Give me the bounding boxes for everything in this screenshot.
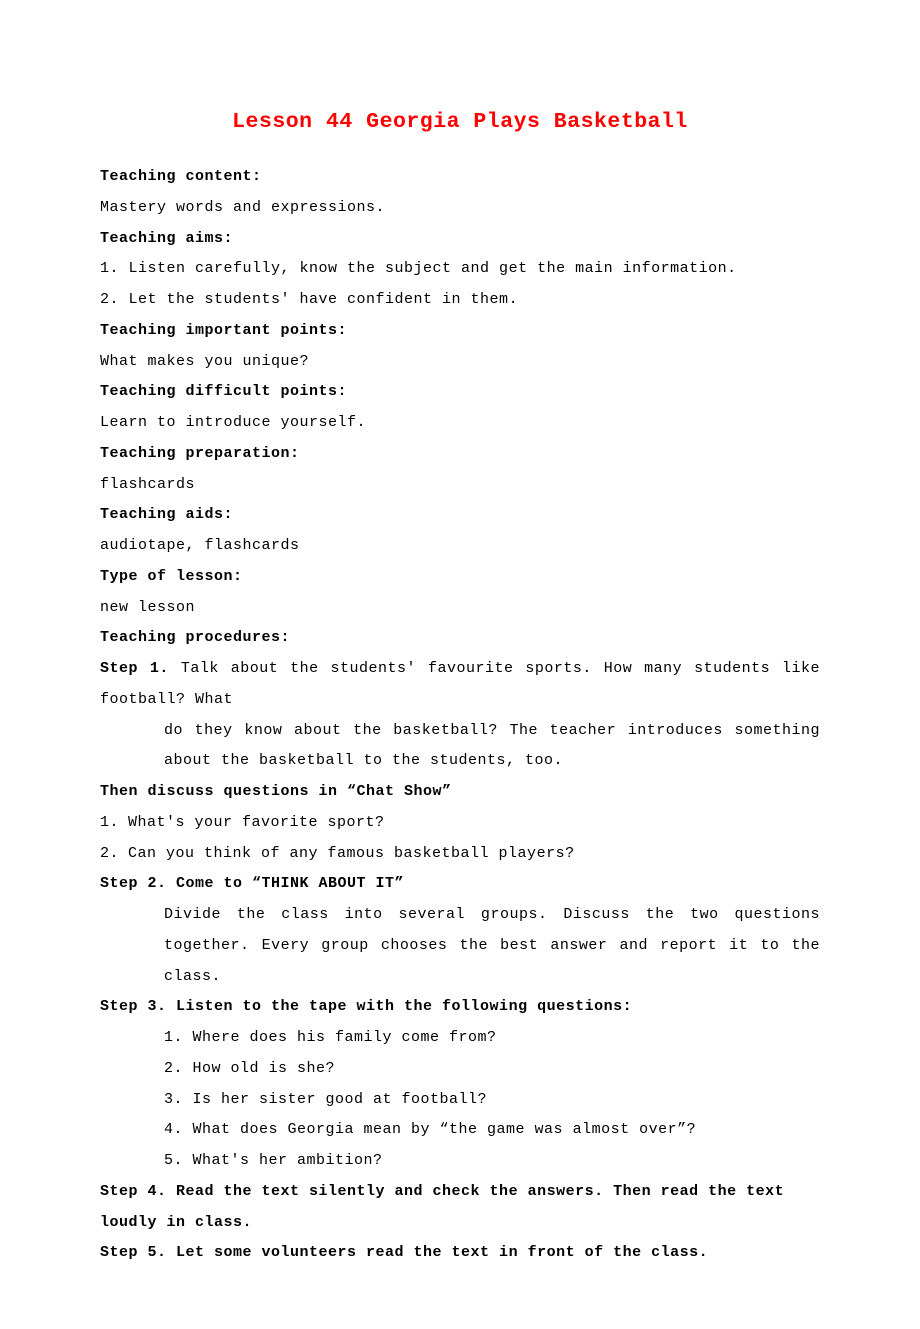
heading-chat-show: Then discuss questions in “Chat Show” (100, 777, 820, 808)
chat-show-item-2: 2.Can you think of any famous basketball… (100, 839, 820, 870)
heading-procedures: Teaching procedures: (100, 623, 820, 654)
heading-teaching-aims: Teaching aims: (100, 224, 820, 255)
step1-line1: Step 1. Talk about the students' favouri… (100, 654, 820, 716)
text-important-points: What makes you unique? (100, 347, 820, 378)
text-teaching-content: Mastery words and expressions. (100, 193, 820, 224)
heading-aids: Teaching aids: (100, 500, 820, 531)
step3-item-1: 1. Where does his family come from? (100, 1023, 820, 1054)
chat-show-text-2: Can you think of any famous basketball p… (128, 845, 575, 862)
heading-teaching-content: Teaching content: (100, 162, 820, 193)
heading-step3: Step 3. Listen to the tape with the foll… (100, 992, 820, 1023)
text-lesson-type: new lesson (100, 593, 820, 624)
step2-body: Divide the class into several groups. Di… (100, 900, 820, 992)
text-difficult-points: Learn to introduce yourself. (100, 408, 820, 439)
chat-show-item-1: 1.What's your favorite sport? (100, 808, 820, 839)
heading-step5: Step 5. Let some volunteers read the tex… (100, 1238, 820, 1269)
heading-lesson-type: Type of lesson: (100, 562, 820, 593)
step1-label: Step 1. (100, 660, 169, 677)
text-aids: audiotape, flashcards (100, 531, 820, 562)
step3-item-4: 4. What does Georgia mean by “the game w… (100, 1115, 820, 1146)
chat-show-num-2: 2. (100, 839, 128, 870)
heading-step4: Step 4. Read the text silently and check… (100, 1177, 820, 1239)
step1-tail: Talk about the students' favourite sport… (100, 660, 820, 708)
step3-item-5: 5. What's her ambition? (100, 1146, 820, 1177)
text-teaching-aims-1: 1. Listen carefully, know the subject an… (100, 254, 820, 285)
step3-item-2: 2. How old is she? (100, 1054, 820, 1085)
document-title: Lesson 44 Georgia Plays Basketball (100, 100, 820, 144)
heading-preparation: Teaching preparation: (100, 439, 820, 470)
heading-important-points: Teaching important points: (100, 316, 820, 347)
heading-step2: Step 2. Come to “THINK ABOUT IT” (100, 869, 820, 900)
heading-difficult-points: Teaching difficult points: (100, 377, 820, 408)
step1-line2: do they know about the basketball? The t… (100, 716, 820, 778)
text-teaching-aims-2: 2. Let the students' have confident in t… (100, 285, 820, 316)
step3-item-3: 3. Is her sister good at football? (100, 1085, 820, 1116)
text-preparation: flashcards (100, 470, 820, 501)
chat-show-num-1: 1. (100, 808, 128, 839)
chat-show-text-1: What's your favorite sport? (128, 814, 385, 831)
